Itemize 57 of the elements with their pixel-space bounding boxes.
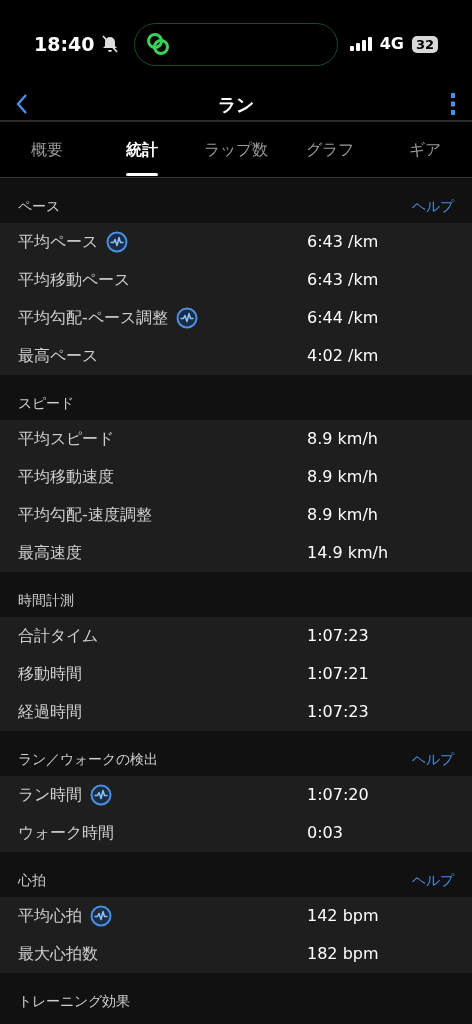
stat-value: 142 bpm <box>307 905 379 927</box>
section-title: ラン／ウォークの検出 <box>18 750 158 769</box>
screen-title: ラン <box>217 92 255 117</box>
stat-label: 最高ペース <box>18 345 98 367</box>
stat-label: ウォーク時間 <box>18 822 114 844</box>
clock-time: 18:40 <box>34 31 95 57</box>
stat-value: 1:07:21 <box>307 663 369 685</box>
waveform-icon[interactable] <box>175 307 198 329</box>
stat-value: 14.9 km/h <box>307 542 389 564</box>
waveform-icon[interactable] <box>106 231 128 253</box>
stat-value: 8.9 km/h <box>307 466 378 488</box>
stat-label: 合計タイム <box>18 625 98 647</box>
stat-value: 1:07:20 <box>307 784 369 806</box>
stat-label: 移動時間 <box>18 663 82 685</box>
linked-rings-icon <box>145 31 172 57</box>
section-title: 心拍 <box>18 871 46 890</box>
section-title: トレーニング効果 <box>18 992 130 1011</box>
stat-label: 経過時間 <box>18 701 82 723</box>
stat-label: 平均移動速度 <box>18 466 114 488</box>
stat-label: 最高速度 <box>18 542 82 564</box>
stat-label: 平均ペース <box>18 231 98 253</box>
stat-label: ラン時間 <box>18 784 82 806</box>
waveform-icon[interactable] <box>90 784 112 806</box>
tab[interactable]: ギア <box>377 122 472 177</box>
stat-value: 4:02 /km <box>307 345 379 367</box>
muted-bell-icon <box>102 35 119 53</box>
stat-label: 平均スピード <box>18 428 114 450</box>
tab[interactable]: 統計 <box>94 122 189 177</box>
stat-label: 最大心拍数 <box>18 943 98 965</box>
stat-value: 6:43 /km <box>307 269 379 291</box>
battery-level: 32 <box>411 35 438 53</box>
stat-value: 1:07:23 <box>307 625 369 647</box>
stat-value: 6:43 /km <box>307 231 379 253</box>
stat-label: 平均勾配-ペース調整 <box>18 307 168 329</box>
stat-label: 平均移動ペース <box>18 269 130 291</box>
tab[interactable]: グラフ <box>283 122 378 177</box>
section-title: スピード <box>18 394 74 413</box>
section-title: 時間計測 <box>18 591 74 610</box>
stat-label: 平均勾配-速度調整 <box>18 504 152 526</box>
stat-value: 8.9 km/h <box>307 504 378 526</box>
tab[interactable]: 概要 <box>0 122 95 177</box>
signal-icon <box>349 37 374 51</box>
stat-value: 0:03 <box>307 822 343 844</box>
section-title: ペース <box>18 197 60 216</box>
more-dots-icon <box>450 92 456 116</box>
tab[interactable]: ラップ数 <box>188 122 284 177</box>
back-chevron-icon <box>16 93 28 115</box>
stat-value: 6:44 /km <box>307 307 379 329</box>
stat-value: 1:07:23 <box>307 701 369 723</box>
help-link[interactable]: ヘルプ <box>412 870 454 891</box>
waveform-icon[interactable] <box>90 905 112 927</box>
help-link[interactable]: ヘルプ <box>412 749 454 770</box>
network-label: 4G <box>379 33 404 55</box>
help-link[interactable]: ヘルプ <box>412 196 454 217</box>
stat-value: 182 bpm <box>307 943 379 965</box>
stat-label: 平均心拍 <box>18 905 82 927</box>
stat-value: 8.9 km/h <box>307 428 378 450</box>
